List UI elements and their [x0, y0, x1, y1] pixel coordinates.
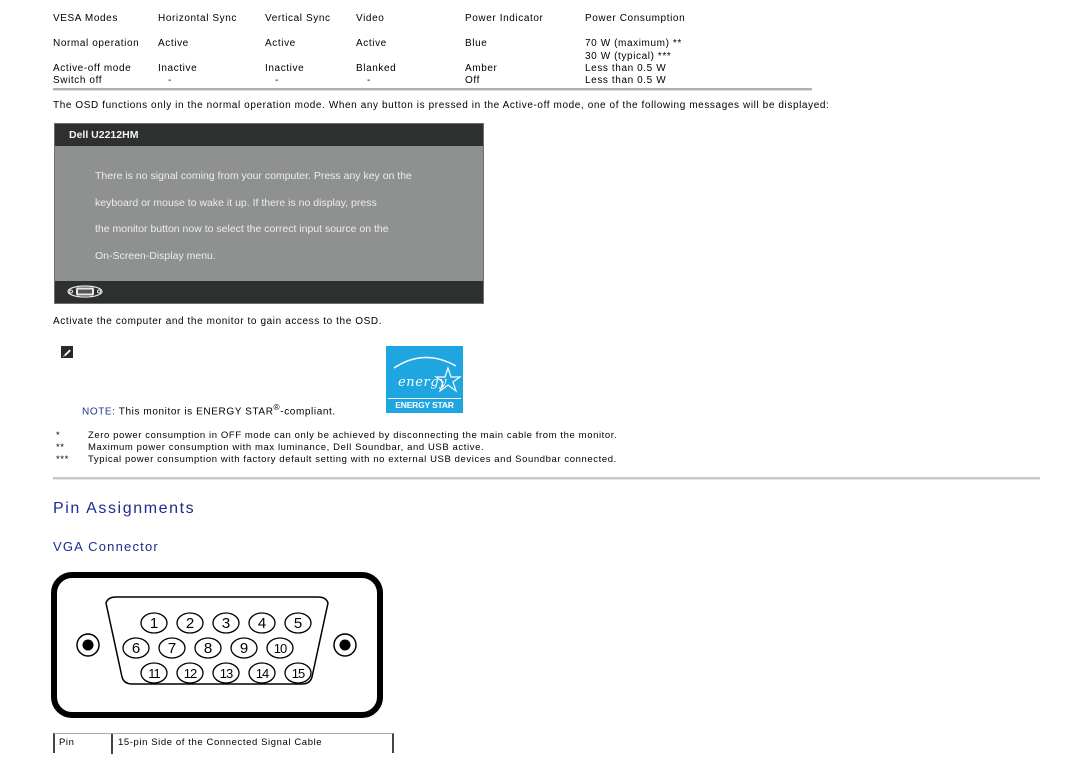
vga-pin-2: 2	[176, 612, 204, 634]
table-header-vesa-modes: VESA Modes	[53, 13, 118, 24]
vga-pin-11: 11	[140, 662, 168, 684]
subsection-title: VGA Connector	[53, 539, 159, 554]
vga-pin-number: 5	[294, 615, 302, 632]
vga-pin-number: 8	[204, 640, 212, 657]
osd-message-line: the monitor button now to select the cor…	[95, 223, 389, 235]
vga-pin-13: 13	[212, 662, 240, 684]
osd-title: Dell U2212HM	[69, 129, 139, 141]
osd-header-bar: Dell U2212HM	[55, 124, 483, 146]
vga-pin-14: 14	[248, 662, 276, 684]
note-text-end: -compliant.	[280, 406, 336, 418]
vga-pin-number: 11	[148, 666, 160, 681]
vga-pin-6: 6	[122, 637, 150, 659]
table-divider	[53, 88, 812, 91]
table-header-power-indicator: Power Indicator	[465, 13, 544, 24]
table-cell: Inactive	[158, 63, 198, 74]
footnote-text: Typical power consumption with factory d…	[88, 454, 617, 465]
osd-message-line: There is no signal coming from your comp…	[95, 170, 412, 182]
vga-pin-number: 9	[240, 640, 248, 657]
table-header-video: Video	[356, 13, 385, 24]
vga-pin-8: 8	[194, 637, 222, 659]
osd-message-line: keyboard or mouse to wake it up. If ther…	[95, 197, 377, 209]
vga-pin-10: 10	[266, 637, 294, 659]
note-label: NOTE:	[82, 406, 116, 418]
energy-star-swoosh-icon: energy	[393, 356, 462, 393]
table-cell: Normal operation	[53, 38, 140, 49]
table-cell: Active-off mode	[53, 63, 132, 74]
table-cell: Active	[265, 38, 296, 49]
left-screw-icon	[76, 633, 100, 657]
vga-pin-3: 3	[212, 612, 240, 634]
table-cell: Switch off	[53, 75, 103, 86]
vga-pin-4: 4	[248, 612, 276, 634]
vga-pin-12: 12	[176, 662, 204, 684]
vga-pin-number: 10	[274, 641, 287, 656]
vga-pin-number: 3	[222, 615, 230, 632]
vga-pin-1: 1	[140, 612, 168, 634]
vga-input-icon	[67, 285, 103, 298]
osd-description: The OSD functions only in the normal ope…	[53, 100, 830, 111]
vga-pin-number: 2	[186, 615, 194, 632]
right-screw-icon	[333, 633, 357, 657]
note-text: This monitor is ENERGY STAR	[115, 406, 274, 418]
vga-pin-number: 6	[132, 640, 140, 657]
table-cell: Less than 0.5 W	[585, 63, 667, 74]
footnote-mark: ***	[56, 454, 69, 465]
vga-pin-9: 9	[230, 637, 258, 659]
footnote-text: Zero power consumption in OFF mode can o…	[88, 430, 618, 441]
table-cell: Active	[356, 38, 387, 49]
table-cell: Blue	[465, 38, 488, 49]
table-cell: -	[168, 75, 172, 86]
table-cell: -	[367, 75, 371, 86]
table-cell: Amber	[465, 63, 498, 74]
table-header-vertical-sync: Vertical Sync	[265, 13, 331, 24]
table-header-signal: 15-pin Side of the Connected Signal Cabl…	[118, 737, 323, 748]
osd-message-line: On-Screen-Display menu.	[95, 250, 216, 262]
table-header-horizontal-sync: Horizontal Sync	[158, 13, 238, 24]
energy-star-logo: energy ENERGY STAR	[386, 346, 463, 413]
osd-no-signal-message: Dell U2212HM There is no signal coming f…	[54, 123, 484, 304]
osd-footer-bar	[55, 281, 483, 303]
table-cell: Active	[158, 38, 189, 49]
vga-pin-number: 15	[292, 666, 305, 681]
energy-star-label: ENERGY STAR	[388, 398, 461, 411]
section-divider	[53, 477, 1040, 480]
table-cell: Off	[465, 75, 480, 86]
activate-instruction: Activate the computer and the monitor to…	[53, 316, 383, 327]
table-cell: Blanked	[356, 63, 397, 74]
footnote-text: Maximum power consumption with max lumin…	[88, 442, 485, 453]
table-cell: -	[275, 75, 279, 86]
vga-pin-5: 5	[284, 612, 312, 634]
pin-assignment-table: Pin 15-pin Side of the Connected Signal …	[53, 733, 394, 754]
vga-pin-number: 1	[150, 615, 158, 632]
note-pencil-icon	[61, 346, 73, 358]
table-cell: 30 W (typical) ***	[585, 51, 672, 62]
vga-pin-number: 12	[184, 666, 197, 681]
table-cell: Inactive	[265, 63, 305, 74]
vga-pin-number: 13	[220, 666, 233, 681]
vga-pin-number: 4	[258, 615, 266, 632]
footnote-mark: *	[56, 430, 61, 441]
table-header-power-consumption: Power Consumption	[585, 13, 686, 24]
table-cell: 70 W (maximum) **	[585, 38, 682, 49]
section-title: Pin Assignments	[53, 500, 196, 517]
table-cell: Less than 0.5 W	[585, 75, 667, 86]
table-header-pin: Pin	[59, 737, 75, 748]
vga-pin-7: 7	[158, 637, 186, 659]
vga-pin-15: 15	[284, 662, 312, 684]
energy-star-note: NOTE: This monitor is ENERGY STAR®-compl…	[82, 402, 336, 417]
footnote-mark: **	[56, 442, 65, 453]
column-divider	[111, 734, 113, 754]
vga-pin-number: 7	[168, 640, 176, 657]
vga-pin-number: 14	[256, 666, 269, 681]
vga-connector-diagram: 1 2 3 4 56 7 8 9 1011 12 13 14 15	[51, 572, 383, 718]
